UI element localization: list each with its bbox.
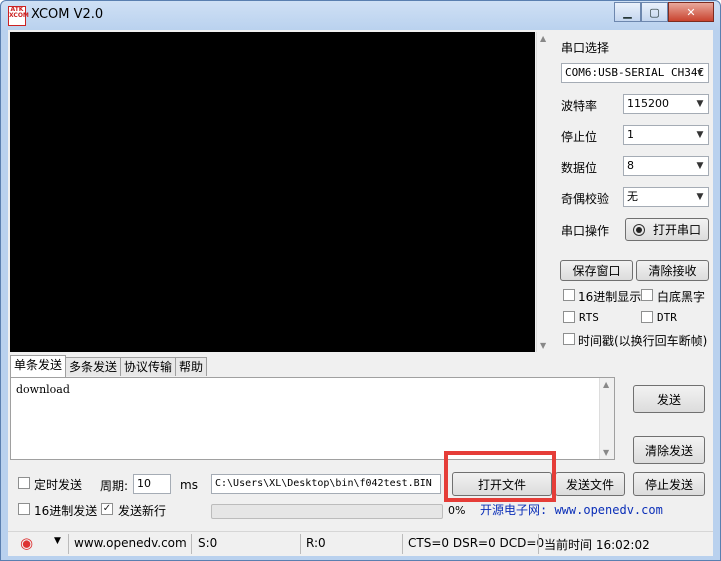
status-url[interactable]: www.openedv.com bbox=[74, 536, 187, 550]
send-progress-bar bbox=[211, 504, 443, 519]
receive-scrollbar[interactable]: ▲ ▼ bbox=[536, 32, 551, 352]
chevron-down-icon: ▼ bbox=[697, 68, 703, 78]
port-select-label: 串口选择 bbox=[561, 41, 610, 55]
status-bar: ◉ ▼ www.openedv.com S:0 R:0 CTS=0 DSR=0 … bbox=[8, 531, 713, 556]
timed-send-checkbox[interactable] bbox=[18, 477, 30, 489]
app-window: ATK XCOM XCOM V2.0 ▁ ▢ ✕ ▲ ▼ 串口选择 COM6:U… bbox=[0, 0, 721, 561]
stop-bits-label: 停止位 bbox=[561, 130, 598, 144]
stop-bits-value: 1 bbox=[627, 128, 634, 141]
data-bits-label: 数据位 bbox=[561, 161, 598, 175]
progress-percent: 0% bbox=[448, 504, 466, 517]
chevron-down-icon: ▼ bbox=[696, 161, 704, 171]
rts-checkbox[interactable] bbox=[563, 311, 575, 323]
scroll-up-icon[interactable]: ▲ bbox=[540, 34, 546, 43]
baud-select-value: 115200 bbox=[627, 97, 669, 110]
client-area: ▲ ▼ 串口选择 COM6:USB-SERIAL CH34C ▼ 波特率 115… bbox=[8, 30, 713, 555]
dtr-checkbox[interactable] bbox=[641, 311, 653, 323]
status-sent: S:0 bbox=[198, 536, 218, 550]
data-bits-select[interactable]: 8 ▼ bbox=[623, 156, 709, 176]
parity-label: 奇偶校验 bbox=[561, 192, 610, 206]
status-separator bbox=[538, 534, 539, 554]
chevron-down-icon: ▼ bbox=[696, 99, 704, 109]
hex-send-label: 16进制发送 bbox=[34, 504, 98, 518]
tab-multi-send[interactable]: 多条发送 bbox=[65, 357, 122, 376]
period-label: 周期: bbox=[100, 479, 129, 493]
send-newline-checkbox[interactable]: ✓ bbox=[101, 503, 113, 515]
promo-link[interactable]: 开源电子网: www.openedv.com bbox=[480, 501, 663, 518]
send-scrollbar[interactable]: ▲ ▼ bbox=[599, 378, 614, 459]
period-value: 10 bbox=[137, 477, 151, 490]
file-path-value: C:\Users\XL\Desktop\bin\f042test.BIN bbox=[215, 478, 432, 489]
parity-value: 无 bbox=[627, 190, 638, 203]
app-logo-icon: ATK XCOM bbox=[8, 6, 29, 26]
port-status-icon bbox=[632, 223, 645, 236]
status-time: 当前时间 16:02:02 bbox=[544, 538, 650, 552]
hex-display-checkbox[interactable] bbox=[563, 289, 575, 301]
parity-select[interactable]: 无 ▼ bbox=[623, 187, 709, 207]
baud-label: 波特率 bbox=[561, 99, 598, 113]
white-bg-label: 白底黑字 bbox=[657, 290, 706, 304]
scroll-down-icon[interactable]: ▼ bbox=[540, 341, 546, 350]
status-separator bbox=[300, 534, 301, 554]
window-title: XCOM V2.0 bbox=[31, 7, 104, 22]
send-text: download bbox=[16, 383, 70, 396]
send-newline-label: 发送新行 bbox=[118, 504, 167, 518]
hex-display-label: 16进制显示 bbox=[578, 290, 642, 304]
send-button[interactable]: 发送 bbox=[633, 385, 705, 413]
receive-area[interactable] bbox=[10, 32, 535, 352]
dtr-label: DTR bbox=[657, 311, 677, 324]
window-controls: ▁ ▢ ✕ bbox=[614, 2, 714, 22]
clear-receive-button[interactable]: 清除接收 bbox=[636, 260, 709, 281]
save-window-button[interactable]: 保存窗口 bbox=[560, 260, 633, 281]
rts-label: RTS bbox=[579, 311, 599, 324]
close-icon[interactable]: ✕ bbox=[668, 2, 714, 22]
stop-bits-select[interactable]: 1 ▼ bbox=[623, 125, 709, 145]
send-file-button[interactable]: 发送文件 bbox=[555, 472, 625, 496]
send-tabs: 单条发送 多条发送 协议传输 帮助 bbox=[10, 355, 208, 377]
open-file-highlight bbox=[444, 451, 556, 502]
tab-single-send[interactable]: 单条发送 bbox=[10, 355, 67, 377]
baud-select[interactable]: 115200 ▼ bbox=[623, 94, 709, 114]
maximize-icon[interactable]: ▢ bbox=[641, 2, 668, 22]
open-port-button[interactable]: 打开串口 bbox=[625, 218, 709, 241]
port-select[interactable]: COM6:USB-SERIAL CH34C ▼ bbox=[561, 63, 709, 83]
chevron-down-icon: ▼ bbox=[696, 130, 704, 140]
scroll-up-icon[interactable]: ▲ bbox=[603, 380, 609, 389]
port-select-value: COM6:USB-SERIAL CH34C bbox=[565, 66, 705, 79]
period-input[interactable]: 10 bbox=[133, 474, 171, 494]
status-received: R:0 bbox=[306, 536, 326, 550]
scroll-down-icon[interactable]: ▼ bbox=[603, 448, 609, 457]
hex-send-checkbox[interactable] bbox=[18, 503, 30, 515]
send-input[interactable]: download ▲ ▼ bbox=[10, 377, 615, 460]
settings-icon[interactable]: ◉ bbox=[20, 534, 33, 552]
file-path-input[interactable]: C:\Users\XL\Desktop\bin\f042test.BIN bbox=[211, 474, 441, 494]
status-separator bbox=[191, 534, 192, 554]
title-bar[interactable]: ATK XCOM XCOM V2.0 ▁ ▢ ✕ bbox=[1, 1, 720, 29]
data-bits-value: 8 bbox=[627, 159, 634, 172]
status-separator bbox=[68, 534, 69, 554]
timestamp-checkbox[interactable] bbox=[563, 333, 575, 345]
port-op-label: 串口操作 bbox=[561, 224, 610, 238]
tab-protocol[interactable]: 协议传输 bbox=[120, 357, 177, 376]
timed-send-label: 定时发送 bbox=[34, 478, 83, 492]
white-bg-checkbox[interactable] bbox=[641, 289, 653, 301]
tab-help[interactable]: 帮助 bbox=[175, 357, 208, 376]
stop-send-button[interactable]: 停止发送 bbox=[633, 472, 705, 496]
timestamp-label: 时间戳(以换行回车断帧) bbox=[578, 334, 708, 348]
minimize-icon[interactable]: ▁ bbox=[614, 2, 641, 22]
clear-send-button[interactable]: 清除发送 bbox=[633, 436, 705, 464]
chevron-down-icon[interactable]: ▼ bbox=[54, 536, 61, 546]
period-unit: ms bbox=[180, 478, 198, 492]
status-separator bbox=[402, 534, 403, 554]
status-lines: CTS=0 DSR=0 DCD=0 bbox=[408, 536, 545, 550]
chevron-down-icon: ▼ bbox=[696, 192, 704, 202]
open-port-label: 打开串口 bbox=[652, 223, 701, 237]
